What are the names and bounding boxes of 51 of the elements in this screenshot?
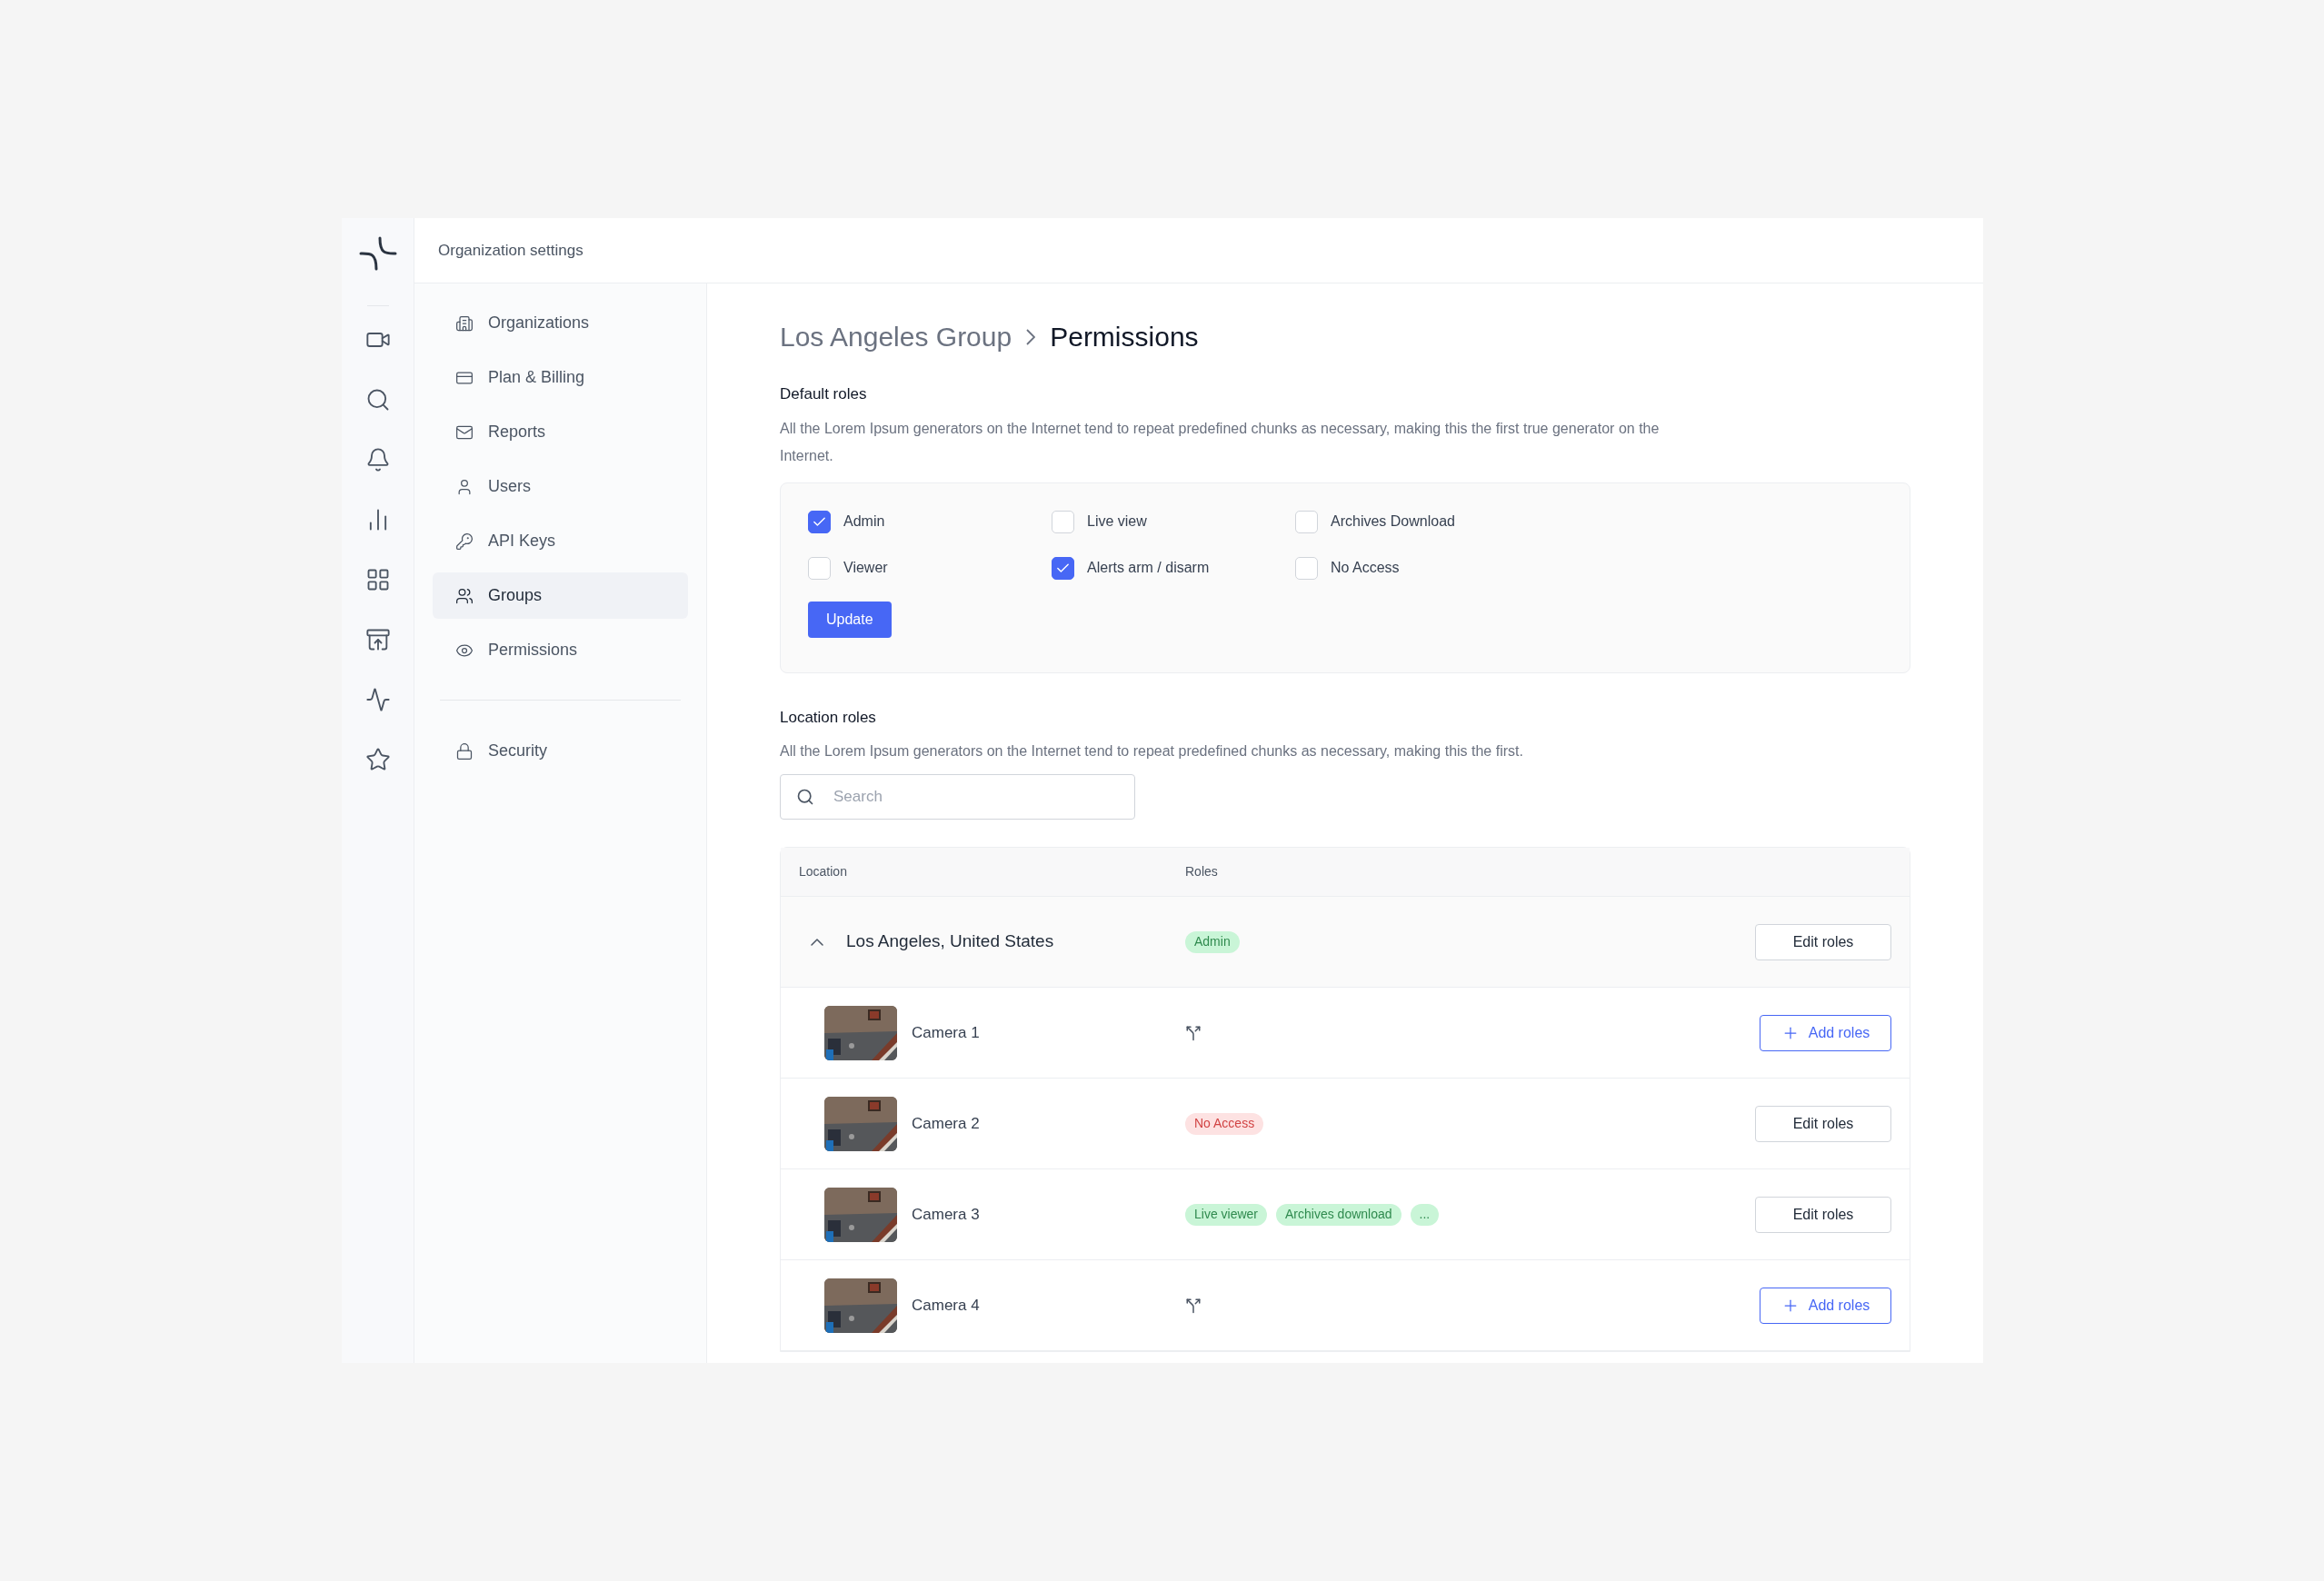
role-tag: Admin (1185, 930, 1240, 953)
checkbox-label: Viewer (843, 559, 888, 577)
building-icon (455, 313, 474, 333)
camera-name: Camera 2 (912, 1113, 980, 1134)
page-title: Permissions (1050, 321, 1199, 353)
chevron-right-icon (1026, 328, 1036, 345)
nav-item[interactable]: Groups (433, 572, 688, 619)
split-arrows-icon (1185, 1024, 1202, 1041)
logo-icon[interactable] (358, 234, 397, 273)
search-field[interactable]: Search (780, 774, 1135, 820)
add-roles-button[interactable]: Add roles (1760, 1287, 1891, 1324)
section-description: All the Lorem Ipsum generators on the Internet tend to repeat predefined chunks as necessary, making this the first. (780, 742, 1524, 761)
section-title: Location roles (780, 707, 877, 728)
checkbox[interactable] (808, 510, 831, 533)
location-name: Los Angeles, United States (846, 930, 1054, 953)
add-roles-button[interactable]: Add roles (1760, 1014, 1891, 1051)
role-tag: Live viewer (1185, 1203, 1268, 1226)
camera-name: Camera 4 (912, 1295, 980, 1316)
nav-item[interactable]: Organizations (433, 300, 688, 346)
section-title: Default roles (780, 384, 868, 404)
group-icon (455, 586, 474, 605)
camera-name: Camera 1 (912, 1022, 980, 1043)
nav-item[interactable]: Reports (433, 409, 688, 455)
lock-icon (455, 741, 474, 761)
checkbox-label: Live view (1087, 512, 1147, 531)
nav-item[interactable]: Permissions (433, 627, 688, 673)
role-tag: ... (1410, 1203, 1440, 1226)
column-header: Location (799, 863, 848, 880)
checkbox-label: No Access (1331, 559, 1400, 577)
nav-item[interactable]: Plan & Billing (433, 354, 688, 401)
breadcrumb-link[interactable]: Los Angeles Group (780, 316, 1012, 357)
column-header: Roles (1185, 863, 1218, 880)
edit-roles-button[interactable]: Edit roles (1755, 1196, 1891, 1233)
checkbox-label: Alerts arm / disarm (1087, 559, 1210, 577)
checkbox-label: Admin (843, 512, 885, 531)
search-icon (796, 788, 814, 806)
edit-roles-button[interactable]: Edit roles (1755, 923, 1891, 960)
checkbox[interactable] (1052, 556, 1074, 580)
checkbox-label: Archives Download (1331, 512, 1455, 531)
role-tag: Archives download (1276, 1203, 1401, 1226)
header-title: Organization settings (438, 240, 583, 261)
edit-roles-button[interactable]: Edit roles (1755, 1105, 1891, 1142)
nav-item[interactable]: API Keys (433, 518, 688, 564)
section-description: All the Lorem Ipsum generators on the Internet tend to repeat predefined chunks as necessary, making this the first true generator on the Internet. (780, 419, 1661, 465)
key-icon (455, 532, 474, 551)
split-arrows-icon (1185, 1297, 1202, 1314)
role-tag: No Access (1185, 1112, 1264, 1135)
nav-item[interactable]: Users (433, 463, 688, 510)
camera-name: Camera 3 (912, 1204, 980, 1225)
update-button[interactable]: Update (808, 601, 892, 638)
nav-item[interactable]: Security (433, 728, 688, 774)
